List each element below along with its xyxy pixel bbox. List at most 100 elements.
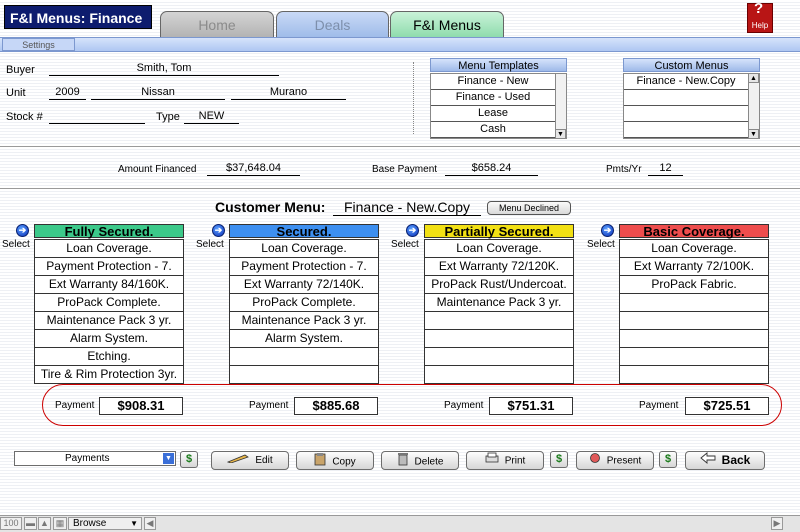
list-item[interactable]: Lease [431,106,555,122]
payment-value: $725.51 [685,397,769,415]
unit-make-field[interactable]: Nissan [91,86,225,100]
list-item[interactable]: Finance - New [431,74,555,90]
buyer-field[interactable]: Smith, Tom [49,62,279,76]
payment-value: $908.31 [99,397,183,415]
menu-item[interactable]: Alarm System. [35,330,183,348]
menu-item[interactable]: Alarm System. [230,330,378,348]
scrollbar[interactable]: ▲ ▼ [748,73,759,139]
zoom-level[interactable]: 100 [0,517,22,530]
back-button[interactable]: Back [685,451,765,470]
base-payment-label: Base Payment [372,164,438,175]
menu-item[interactable]: Loan Coverage. [230,240,378,258]
menu-item[interactable] [425,366,573,384]
settings-tab[interactable]: Settings [2,38,75,51]
menu-item[interactable] [230,348,378,366]
type-field[interactable]: NEW [184,110,239,124]
payment-label: Payment [55,400,95,411]
menu-item[interactable] [620,330,768,348]
print-payment-button[interactable]: $ [550,451,568,468]
chevron-down-icon: ▼ [130,519,138,528]
menu-item[interactable]: ProPack Rust/Undercoat. [425,276,573,294]
tab-deals[interactable]: Deals [276,11,389,37]
menu-item[interactable] [425,312,573,330]
menu-item[interactable]: Maintenance Pack 3 yr. [35,312,183,330]
list-item[interactable] [624,90,748,106]
zoom-in-icon[interactable]: ▲ [38,517,51,530]
menu-item[interactable]: ProPack Complete. [35,294,183,312]
menu-item[interactable]: ProPack Fabric. [620,276,768,294]
payments-select[interactable]: Payments ▼ [14,451,176,466]
menu-item[interactable]: Ext Warranty 84/160K. [35,276,183,294]
menu-item[interactable]: Loan Coverage. [620,240,768,258]
scroll-down-icon[interactable]: ▼ [748,129,759,139]
select-label[interactable]: Select [2,239,30,250]
delete-label: Delete [414,456,444,468]
tab-home[interactable]: Home [160,11,274,37]
mode-select[interactable]: Browse ▼ [68,517,142,530]
edit-button[interactable]: Edit [211,451,289,470]
custom-menus-list: Finance - New.Copy ▲ ▼ [623,73,760,139]
menu-column-fully-secured: Loan Coverage. Payment Protection - 7. E… [34,239,184,384]
menu-item[interactable] [620,366,768,384]
menu-item[interactable] [425,348,573,366]
stock-field[interactable] [49,110,145,124]
divider [0,146,800,147]
menu-column-partially-secured: Loan Coverage. Ext Warranty 72/120K. Pro… [424,239,574,384]
scroll-down-icon[interactable]: ▼ [555,129,566,139]
scroll-left-icon[interactable]: ◀ [144,517,156,530]
list-item[interactable]: Finance - Used [431,90,555,106]
amount-financed-label: Amount Financed [118,164,197,175]
layout-icon[interactable]: ▦ [53,517,67,530]
print-button[interactable]: Print [466,451,544,470]
list-item[interactable] [624,106,748,122]
present-payment-button[interactable]: $ [659,451,677,468]
menu-item[interactable]: Etching. [35,348,183,366]
menu-item[interactable]: Payment Protection - 7. [230,258,378,276]
menu-item[interactable] [620,312,768,330]
present-button[interactable]: Present [576,451,654,470]
menu-item[interactable]: Ext Warranty 72/140K. [230,276,378,294]
scroll-up-icon[interactable]: ▲ [748,73,759,83]
printer-icon [485,452,499,470]
menu-item[interactable] [620,348,768,366]
help-button[interactable]: ? Help [747,1,773,33]
menu-item[interactable] [620,294,768,312]
delete-button[interactable]: Delete [381,451,459,470]
menu-column-basic-coverage: Loan Coverage. Ext Warranty 72/100K. Pro… [619,239,769,384]
list-item[interactable]: Finance - New.Copy [624,74,748,90]
menu-item[interactable] [230,366,378,384]
customer-menu-field[interactable]: Finance - New.Copy [333,199,481,216]
list-item[interactable] [624,122,748,138]
list-item[interactable]: Cash [431,122,555,138]
zoom-out-icon[interactable]: ▬ [24,517,37,530]
menu-item[interactable]: ProPack Complete. [230,294,378,312]
unit-year-field[interactable]: 2009 [49,86,86,100]
tab-fi-menus[interactable]: F&I Menus [390,11,504,37]
select-label[interactable]: Select [391,239,419,250]
menu-item[interactable] [425,330,573,348]
menu-item[interactable]: Payment Protection - 7. [35,258,183,276]
payment-label: Payment [444,400,484,411]
menu-item[interactable]: Loan Coverage. [425,240,573,258]
payment-calc-button[interactable]: $ [180,451,198,468]
select-label[interactable]: Select [196,239,224,250]
select-arrow-icon[interactable]: ➔ [406,224,419,237]
menu-item[interactable]: Ext Warranty 72/100K. [620,258,768,276]
unit-model-field[interactable]: Murano [231,86,346,100]
copy-label: Copy [332,456,356,468]
menu-item[interactable]: Loan Coverage. [35,240,183,258]
copy-button[interactable]: Copy [296,451,374,470]
select-label[interactable]: Select [587,239,615,250]
select-arrow-icon[interactable]: ➔ [601,224,614,237]
menu-item[interactable]: Maintenance Pack 3 yr. [230,312,378,330]
scroll-right-icon[interactable]: ▶ [771,517,783,530]
menu-item[interactable]: Maintenance Pack 3 yr. [425,294,573,312]
select-arrow-icon[interactable]: ➔ [16,224,29,237]
base-payment-value: $658.24 [445,162,538,176]
scrollbar[interactable]: ▼ [555,74,566,139]
select-arrow-icon[interactable]: ➔ [212,224,225,237]
menu-item[interactable]: Tire & Rim Protection 3yr. [35,366,183,384]
menu-item[interactable]: Ext Warranty 72/120K. [425,258,573,276]
menu-declined-button[interactable]: Menu Declined [487,201,571,215]
clipboard-icon [314,452,326,472]
